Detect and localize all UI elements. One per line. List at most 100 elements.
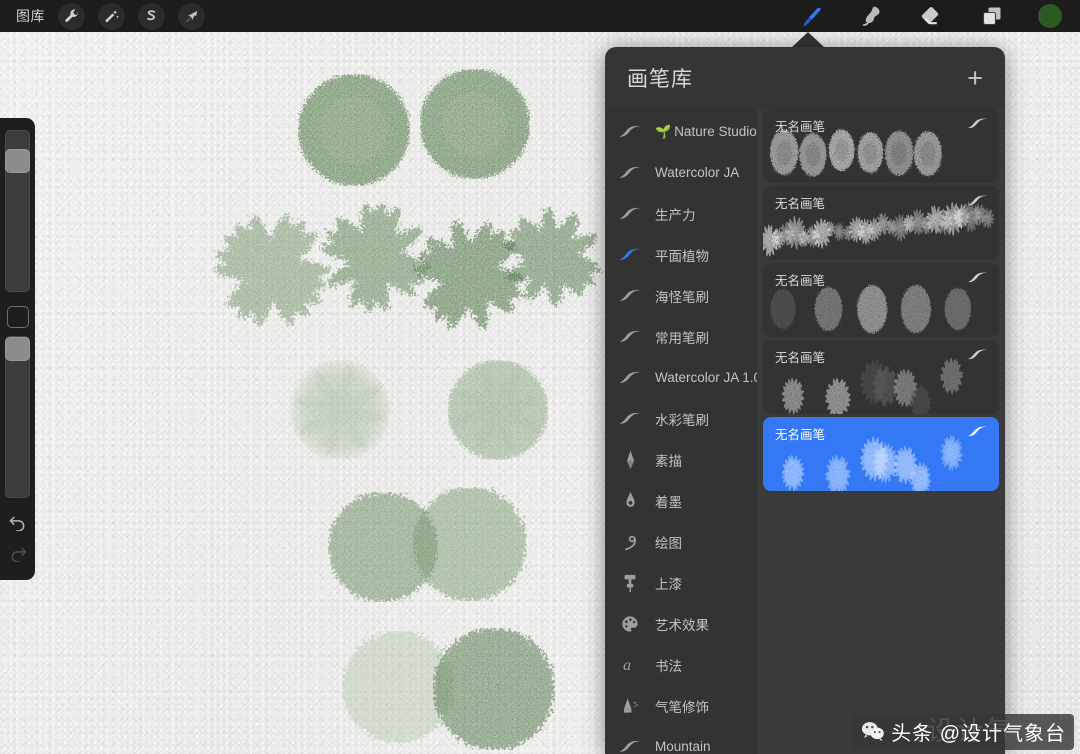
pencil-icon [615, 449, 645, 471]
airbrush-icon [615, 695, 645, 717]
brush-item-list[interactable]: 无名画笔 无名画笔 无名画笔 无名画笔 无名画笔 [757, 109, 1005, 754]
brush-category-item[interactable]: Watercolor JA 1.0 [605, 357, 757, 398]
brush-category-item[interactable]: 常用笔刷 [605, 316, 757, 357]
brush-item[interactable]: 无名画笔 [763, 186, 999, 260]
brush-stroke-icon [966, 348, 989, 366]
watermark-text: 头条 @设计气象台 [891, 717, 1066, 746]
brush-category-item[interactable]: 着墨 [605, 480, 757, 521]
brush-stroke-icon [615, 244, 645, 266]
watermark: 头条 @设计气象台 [853, 714, 1074, 750]
brush-category-label: Watercolor JA [655, 165, 739, 180]
add-brush-button[interactable]: + [967, 65, 983, 92]
brush-category-item[interactable]: 上漆 [605, 562, 757, 603]
brush-category-label: 着墨 [655, 491, 682, 511]
brush-stroke-icon [615, 736, 645, 754]
brush-category-item[interactable]: Mountain [605, 726, 757, 754]
panel-pointer-triangle [791, 32, 825, 48]
brush-category-label: 生产力 [655, 204, 696, 224]
brush-category-label: 水彩笔刷 [655, 409, 709, 429]
brush-category-item[interactable]: 🌱Nature Studio [605, 111, 757, 152]
brush-category-item[interactable]: 水彩笔刷 [605, 398, 757, 439]
brush-category-label: Mountain [655, 739, 711, 754]
toolbar-right-group [798, 3, 1080, 29]
brush-item-name: 无名画笔 [775, 270, 825, 289]
palette-icon [615, 613, 645, 635]
wechat-icon [861, 721, 885, 742]
brush-category-list[interactable]: 🌱Nature Studio Watercolor JA 生产力平面植物海怪笔刷常用… [605, 109, 757, 754]
brush-stroke-icon [966, 194, 989, 212]
undo-button[interactable] [8, 514, 28, 531]
brush-library-header: 画笔库 + [605, 47, 1005, 109]
wrench-icon[interactable] [58, 3, 85, 30]
sprout-icon: 🌱 [655, 124, 671, 140]
eraser-icon[interactable] [918, 3, 946, 29]
top-toolbar: 图库 [0, 0, 1080, 32]
brush-library-panel: 画笔库 + 🌱Nature Studio Watercolor JA 生产力平面植物… [605, 47, 1005, 754]
brush-category-label: 常用笔刷 [655, 327, 709, 347]
brush-stroke-icon [615, 121, 645, 143]
paintbrush-icon[interactable] [798, 3, 826, 29]
brush-category-item[interactable]: 海怪笔刷 [605, 275, 757, 316]
left-sidebar [0, 118, 35, 580]
smudge-icon[interactable] [858, 3, 886, 29]
brush-opacity-slider-knob[interactable] [5, 337, 30, 361]
brush-category-label: 素描 [655, 450, 682, 470]
brush-category-label: 🌱Nature Studio [655, 124, 757, 140]
color-swatch-button[interactable] [1038, 4, 1062, 28]
brush-stroke-icon [615, 162, 645, 184]
brush-category-label: 书法 [655, 655, 682, 675]
redo-button[interactable] [8, 545, 28, 562]
brush-category-label: 平面植物 [655, 245, 709, 265]
squiggle-icon [615, 531, 645, 553]
watermark-pill: 头条 @设计气象台 [853, 714, 1074, 750]
brush-stroke-icon [966, 117, 989, 135]
brush-item[interactable]: 无名画笔 [763, 340, 999, 414]
brush-size-slider-knob[interactable] [5, 149, 30, 173]
brush-library-body: 🌱Nature Studio Watercolor JA 生产力平面植物海怪笔刷常用… [605, 109, 1005, 754]
paint-roller-icon [615, 572, 645, 594]
brush-item-name: 无名画笔 [775, 347, 825, 366]
brush-category-item[interactable]: a 书法 [605, 644, 757, 685]
brush-category-label: 海怪笔刷 [655, 286, 709, 306]
brush-category-label: 绘图 [655, 532, 682, 552]
svg-text:a: a [622, 657, 630, 674]
brush-stroke-icon [615, 203, 645, 225]
brush-category-item[interactable]: 气笔修饰 [605, 685, 757, 726]
gallery-button[interactable]: 图库 [16, 6, 45, 26]
selection-icon[interactable] [138, 3, 165, 30]
brush-stroke-icon [615, 408, 645, 430]
brush-category-item[interactable]: 平面植物 [605, 234, 757, 275]
brush-stroke-icon [615, 367, 645, 389]
brush-category-item[interactable]: 生产力 [605, 193, 757, 234]
ink-pen-icon [615, 490, 645, 512]
brush-item-name: 无名画笔 [775, 193, 825, 212]
brush-item[interactable]: 无名画笔 [763, 109, 999, 183]
brush-category-item[interactable]: Watercolor JA [605, 152, 757, 193]
brush-category-item[interactable]: 素描 [605, 439, 757, 480]
toolbar-left-group: 图库 [0, 3, 205, 30]
brush-stroke-icon [966, 271, 989, 289]
brush-category-item[interactable]: 绘图 [605, 521, 757, 562]
calligraphy-a-icon: a [615, 654, 645, 676]
brush-category-label: Watercolor JA 1.0 [655, 370, 757, 385]
brush-category-label: 艺术效果 [655, 614, 709, 634]
brush-category-item[interactable]: 艺术效果 [605, 603, 757, 644]
brush-item[interactable]: 无名画笔 [763, 263, 999, 337]
brush-item-name: 无名画笔 [775, 116, 825, 135]
brush-category-text: Nature Studio [674, 124, 757, 139]
brush-stroke-icon [615, 285, 645, 307]
brush-item[interactable]: 无名画笔 [763, 417, 999, 491]
page-title: 画笔库 [627, 63, 693, 93]
brush-stroke-icon [615, 326, 645, 348]
brush-item-name: 无名画笔 [775, 424, 825, 443]
transform-arrow-icon[interactable] [178, 3, 205, 30]
modify-square-button[interactable] [7, 306, 29, 328]
brush-size-slider[interactable] [5, 130, 30, 292]
layers-icon[interactable] [978, 3, 1006, 29]
undo-redo-group [8, 514, 28, 562]
brush-stroke-icon [966, 425, 989, 443]
magic-wand-icon[interactable] [98, 3, 125, 30]
brush-category-label: 上漆 [655, 573, 682, 593]
brush-category-label: 气笔修饰 [655, 696, 709, 716]
brush-opacity-slider[interactable] [5, 336, 30, 498]
